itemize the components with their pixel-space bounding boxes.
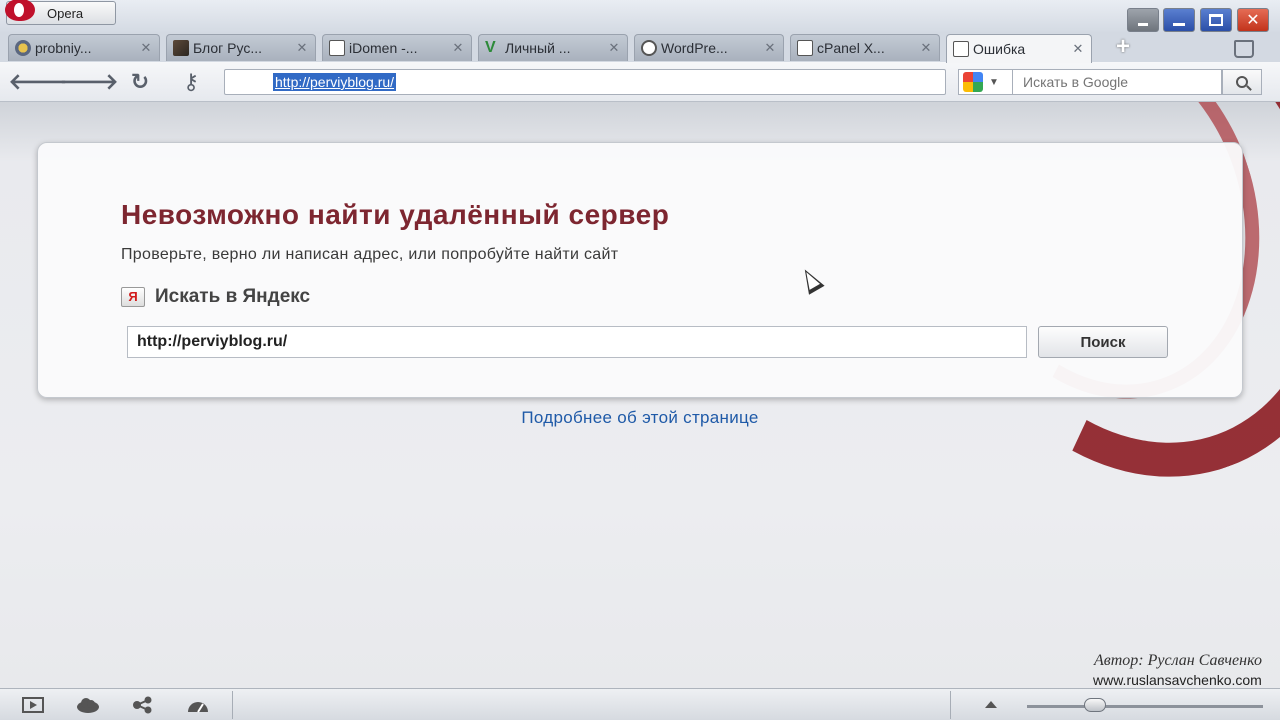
title-bar: Opera ✕ bbox=[0, 0, 1280, 34]
search-input[interactable] bbox=[1013, 70, 1221, 94]
tab-close-icon[interactable]: ✕ bbox=[295, 40, 309, 56]
search-button[interactable] bbox=[1222, 69, 1262, 95]
tab-bar: probniy... ✕ Блог Рус... ✕ iDomen -... ✕… bbox=[0, 32, 1280, 63]
key-icon[interactable]: ⚷ bbox=[175, 69, 207, 95]
search-icon bbox=[1236, 76, 1248, 88]
view-toggle-icon[interactable] bbox=[978, 695, 1004, 715]
zoom-slider-track[interactable] bbox=[1027, 705, 1263, 708]
cloud-icon[interactable] bbox=[75, 695, 101, 715]
search-engine-selector[interactable]: ▼ bbox=[958, 69, 1012, 95]
reload-button[interactable]: ↻ bbox=[124, 69, 156, 95]
tab-label: iDomen -... bbox=[349, 40, 418, 56]
tab-close-icon[interactable]: ✕ bbox=[139, 40, 153, 56]
divider bbox=[950, 691, 951, 719]
circle-favicon-icon bbox=[15, 40, 31, 56]
more-info-link-text[interactable]: Подробнее об этой странице bbox=[521, 408, 758, 427]
panel-toggle-button[interactable] bbox=[1127, 8, 1159, 32]
tab-lichniy[interactable]: V Личный ... ✕ bbox=[478, 34, 628, 61]
error-description: Проверьте, верно ли написан адрес, или п… bbox=[121, 246, 619, 263]
closed-tabs-trash-icon[interactable] bbox=[1234, 40, 1254, 58]
photo-favicon-icon bbox=[173, 40, 189, 56]
yandex-search-input[interactable] bbox=[127, 326, 1027, 358]
yandex-search-button[interactable]: Поиск bbox=[1038, 326, 1168, 358]
page-content: Невозможно найти удалённый сервер Провер… bbox=[0, 102, 1280, 688]
opera-menu-button[interactable]: Opera bbox=[5, 0, 116, 25]
tab-close-icon[interactable]: ✕ bbox=[451, 40, 465, 56]
navigation-bar: 🡐 🡒 ↻ ⚷ http://perviyblog.ru/ ▼ bbox=[0, 62, 1280, 102]
new-tab-button[interactable]: + bbox=[1110, 35, 1136, 60]
page-icon bbox=[797, 40, 813, 56]
tab-label: WordPre... bbox=[661, 40, 728, 56]
panel-toggle-icon[interactable] bbox=[20, 695, 46, 715]
tab-label: probniy... bbox=[35, 40, 92, 56]
address-text-selected: http://perviyblog.ru/ bbox=[273, 73, 397, 91]
error-title: Невозможно найти удалённый сервер bbox=[121, 199, 670, 230]
opera-logo-icon bbox=[5, 0, 35, 21]
tab-label: Блог Рус... bbox=[193, 40, 262, 56]
author-url-watermark: www.ruslansavchenko.com bbox=[1093, 672, 1262, 688]
maximize-button[interactable] bbox=[1200, 8, 1232, 32]
zoom-slider-handle[interactable] bbox=[1084, 698, 1106, 712]
tab-label: cPanel X... bbox=[817, 40, 885, 56]
google-icon bbox=[963, 72, 983, 92]
author-watermark: Автор: Руслан Савченко bbox=[1094, 652, 1262, 669]
chevron-down-icon: ▼ bbox=[989, 76, 999, 88]
unite-icon[interactable] bbox=[130, 695, 156, 715]
tab-idomen[interactable]: iDomen -... ✕ bbox=[322, 34, 472, 61]
tab-cpanel[interactable]: cPanel X... ✕ bbox=[790, 34, 940, 61]
tab-close-icon[interactable]: ✕ bbox=[763, 40, 777, 56]
back-button[interactable]: 🡐 bbox=[9, 69, 68, 95]
divider bbox=[232, 691, 233, 719]
tab-probniy[interactable]: probniy... ✕ bbox=[8, 34, 160, 61]
page-icon bbox=[329, 40, 345, 56]
status-bar bbox=[0, 688, 1280, 720]
opera-menu-label: Opera bbox=[47, 5, 84, 21]
yandex-search-heading: Я Искать в Яндекс bbox=[121, 286, 310, 308]
tab-close-icon[interactable]: ✕ bbox=[1071, 41, 1085, 57]
more-info-link: Подробнее об этой странице bbox=[0, 408, 1280, 428]
tab-error[interactable]: Ошибка ✕ bbox=[946, 34, 1092, 63]
tab-blog[interactable]: Блог Рус... ✕ bbox=[166, 34, 316, 61]
close-window-button[interactable]: ✕ bbox=[1237, 8, 1269, 32]
tab-close-icon[interactable]: ✕ bbox=[607, 40, 621, 56]
tab-close-icon[interactable]: ✕ bbox=[919, 40, 933, 56]
tab-label: Личный ... bbox=[505, 40, 571, 56]
tab-wordpress[interactable]: WordPre... ✕ bbox=[634, 34, 784, 61]
wordpress-icon bbox=[641, 40, 657, 56]
error-panel: Невозможно найти удалённый сервер Провер… bbox=[37, 142, 1243, 398]
forward-button[interactable]: 🡒 bbox=[60, 69, 119, 95]
page-icon bbox=[953, 41, 969, 57]
speed-gauge-icon[interactable] bbox=[185, 695, 211, 715]
search-field[interactable] bbox=[1012, 69, 1222, 95]
yandex-icon: Я bbox=[121, 287, 145, 307]
minimize-button[interactable] bbox=[1163, 8, 1195, 32]
address-bar[interactable]: http://perviyblog.ru/ bbox=[224, 69, 946, 95]
yandex-heading-label: Искать в Яндекс bbox=[155, 286, 311, 307]
tab-label: Ошибка bbox=[973, 41, 1026, 57]
v-favicon-icon: V bbox=[485, 39, 496, 56]
